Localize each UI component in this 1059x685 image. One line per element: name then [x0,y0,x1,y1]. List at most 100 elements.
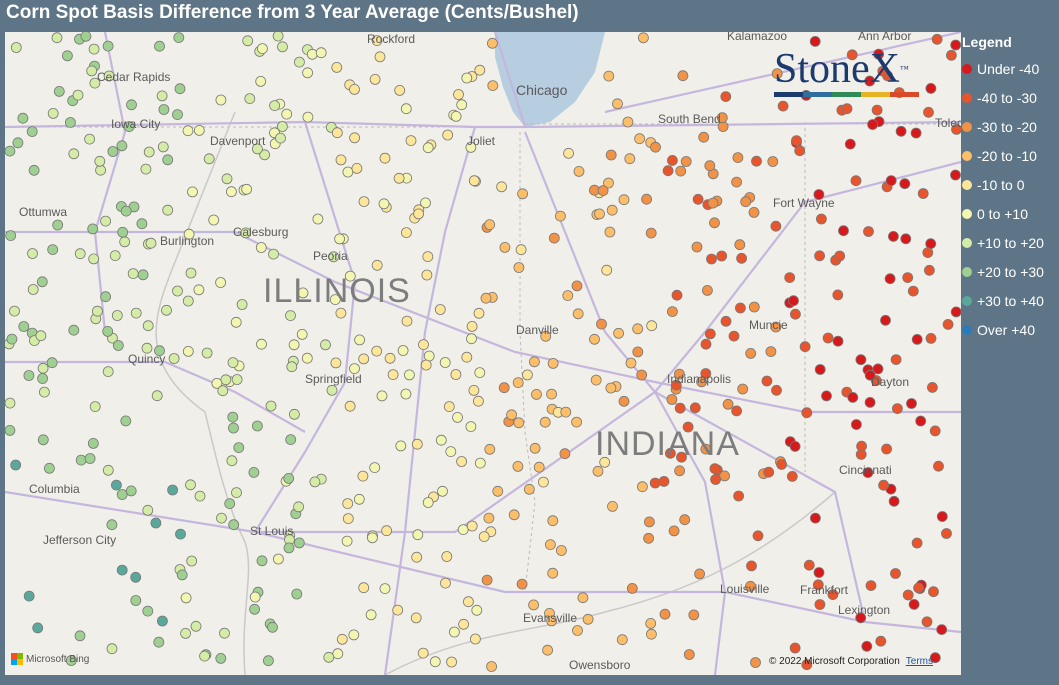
elevator-point[interactable] [117,226,129,238]
elevator-point[interactable] [922,247,934,259]
elevator-point[interactable] [814,364,826,375]
elevator-point[interactable] [925,83,937,94]
elevator-point[interactable] [126,99,137,111]
elevator-point[interactable] [5,145,16,157]
elevator-point[interactable] [709,217,720,229]
elevator-point[interactable] [765,346,777,358]
elevator-point[interactable] [293,501,305,513]
elevator-point[interactable] [936,511,948,522]
elevator-point[interactable] [733,490,744,502]
elevator-point[interactable] [523,483,535,495]
elevator-point[interactable] [813,567,825,578]
elevator-point[interactable] [236,299,248,310]
elevator-point[interactable] [102,40,114,52]
elevator-point[interactable] [401,315,413,327]
elevator-point[interactable] [283,472,295,484]
elevator-point[interactable] [872,363,884,375]
elevator-point[interactable] [618,194,630,206]
elevator-point[interactable] [80,32,92,42]
elevator-point[interactable] [175,528,186,540]
elevator-point[interactable] [637,481,648,493]
elevator-point[interactable] [417,647,429,659]
legend-item[interactable]: -40 to -30 [962,83,1059,112]
elevator-point[interactable] [443,401,455,413]
elevator-point[interactable] [539,416,551,428]
elevator-point[interactable] [413,208,425,220]
elevator-point[interactable] [201,347,213,359]
elevator-point[interactable] [832,289,844,301]
elevator-point[interactable] [216,512,227,524]
elevator-point[interactable] [400,227,412,239]
elevator-point[interactable] [746,560,757,572]
elevator-point[interactable] [265,400,277,412]
elevator-point[interactable] [750,657,761,668]
elevator-point[interactable] [863,226,874,237]
elevator-point[interactable] [786,470,798,482]
elevator-point[interactable] [378,198,390,210]
elevator-point[interactable] [423,350,435,362]
basis-map[interactable]: ILLINOIS INDIANA Cedar Rapids Iowa City … [5,32,961,675]
elevator-point[interactable] [315,47,327,59]
elevator-point[interactable] [296,328,308,340]
elevator-point[interactable] [95,164,106,176]
elevator-point[interactable] [855,354,867,366]
elevator-point[interactable] [221,173,233,185]
elevator-point[interactable] [704,160,716,172]
elevator-point[interactable] [74,248,86,260]
elevator-point[interactable] [52,219,64,231]
elevator-point[interactable] [262,655,274,667]
elevator-point[interactable] [487,80,499,91]
terms-link[interactable]: Terms [906,656,933,667]
elevator-point[interactable] [632,323,644,335]
elevator-point[interactable] [44,462,55,474]
elevator-point[interactable] [667,154,678,166]
elevator-point[interactable] [680,156,692,167]
elevator-point[interactable] [231,374,243,385]
elevator-point[interactable] [37,373,48,384]
elevator-point[interactable] [349,84,360,95]
elevator-point[interactable] [737,383,749,395]
elevator-point[interactable] [291,588,303,600]
elevator-point[interactable] [698,131,710,143]
elevator-point[interactable] [752,530,764,542]
elevator-point[interactable] [27,284,39,295]
elevator-point[interactable] [27,248,38,259]
elevator-point[interactable] [556,545,567,556]
elevator-point[interactable] [814,250,825,262]
elevator-point[interactable] [394,85,406,96]
elevator-point[interactable] [215,94,227,106]
elevator-point[interactable] [679,514,691,526]
elevator-point[interactable] [666,394,678,405]
legend-item[interactable]: +20 to +30 [962,257,1059,286]
elevator-point[interactable] [87,437,99,449]
elevator-point[interactable] [841,103,853,115]
elevator-point[interactable] [130,595,142,606]
elevator-point[interactable] [120,205,132,217]
legend-item[interactable]: Under -40 [962,54,1059,83]
elevator-point[interactable] [344,400,356,412]
elevator-point[interactable] [538,476,549,488]
elevator-point[interactable] [244,93,256,104]
elevator-point[interactable] [794,145,806,157]
elevator-point[interactable] [248,466,260,478]
elevator-point[interactable] [127,268,139,280]
elevator-point[interactable] [226,455,238,467]
elevator-point[interactable] [486,661,498,672]
elevator-point[interactable] [571,416,582,428]
elevator-point[interactable] [326,384,338,396]
elevator-point[interactable] [5,230,17,242]
elevator-point[interactable] [927,381,938,393]
elevator-point[interactable] [130,307,142,319]
elevator-point[interactable] [890,568,901,579]
elevator-point[interactable] [722,398,734,410]
elevator-point[interactable] [174,83,186,95]
elevator-point[interactable] [156,615,168,627]
elevator-point[interactable] [215,277,227,288]
elevator-point[interactable] [18,321,30,332]
elevator-point[interactable] [119,236,131,248]
elevator-point[interactable] [925,238,937,250]
elevator-point[interactable] [761,375,773,387]
elevator-point[interactable] [662,165,674,177]
elevator-point[interactable] [267,621,278,633]
elevator-point[interactable] [342,498,354,510]
